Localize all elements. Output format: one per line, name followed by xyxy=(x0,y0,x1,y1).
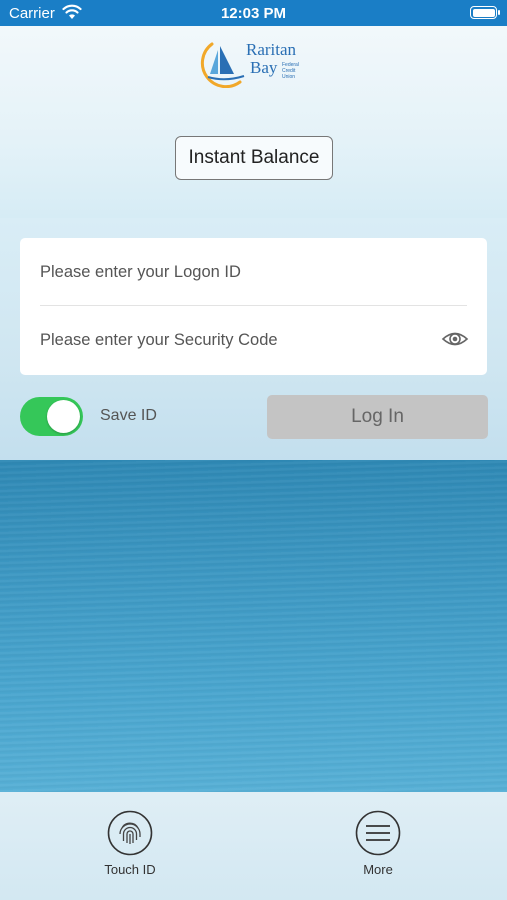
eye-icon[interactable] xyxy=(441,328,469,355)
logo-text-raritan: Raritan xyxy=(246,40,297,59)
save-id-label: Save ID xyxy=(100,407,157,424)
battery-icon xyxy=(470,6,500,19)
save-id-toggle[interactable] xyxy=(20,397,83,436)
instant-balance-button[interactable]: Instant Balance xyxy=(175,136,333,180)
toggle-knob xyxy=(47,400,80,433)
tab-label-touch-id: Touch ID xyxy=(104,862,156,877)
login-button[interactable]: Log In xyxy=(267,395,488,439)
clock: 12:03 PM xyxy=(220,5,287,22)
security-code-field[interactable]: Please enter your Security Code xyxy=(40,306,467,374)
tab-touch-id[interactable]: Touch ID xyxy=(70,792,190,877)
login-card: Please enter your Logon ID Please enter … xyxy=(20,238,487,375)
header-area: Raritan Bay Federal Credit Union Instant… xyxy=(0,26,507,218)
logon-id-field[interactable]: Please enter your Logon ID xyxy=(40,238,467,306)
status-bar: Carrier 12:03 PM xyxy=(0,0,507,26)
logo-text-bay: Bay xyxy=(250,58,278,77)
tab-bar: Touch ID More xyxy=(0,792,507,900)
menu-icon xyxy=(355,810,401,856)
raritan-bay-logo: Raritan Bay Federal Credit Union xyxy=(200,36,310,92)
sailboat-logo-icon xyxy=(200,42,245,88)
fingerprint-icon xyxy=(107,810,153,856)
logo-subtext: Federal Credit Union xyxy=(282,62,299,80)
sea-background xyxy=(0,460,507,792)
tab-label-more: More xyxy=(363,862,393,877)
tab-more[interactable]: More xyxy=(318,792,438,877)
